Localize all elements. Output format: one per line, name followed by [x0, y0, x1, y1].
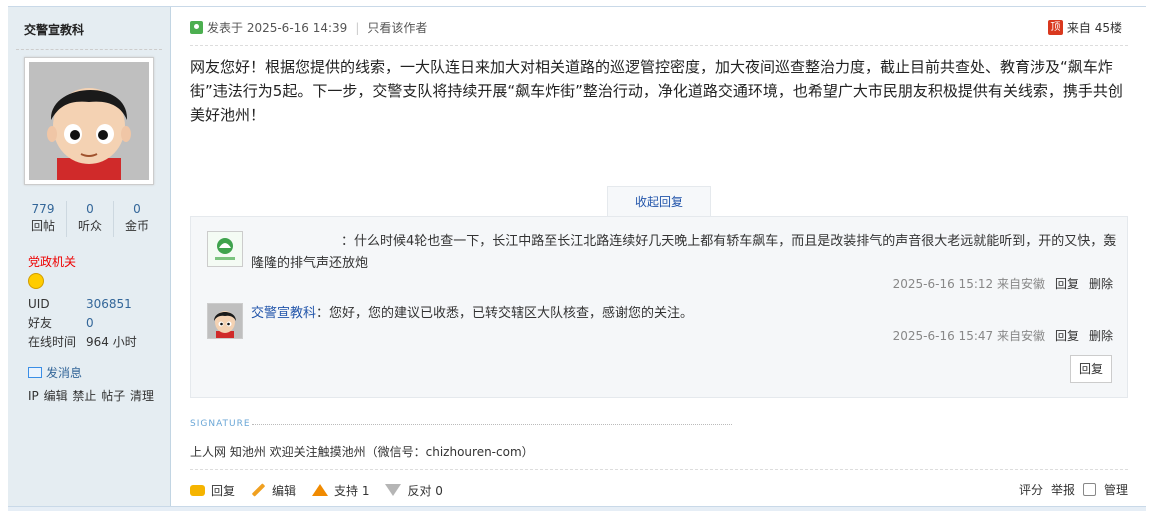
green-logo-icon [208, 232, 242, 266]
user-group[interactable]: 党政机关 [28, 253, 76, 270]
fold-replies-tab[interactable]: 收起回复 [607, 186, 711, 217]
reply-action[interactable]: 回复 [190, 482, 235, 499]
user-info: UID 306851 好友 0 在线时间 964 小时 [28, 295, 137, 352]
admin-links[interactable]: IP 编辑 禁止 帖子 清理 [28, 387, 154, 404]
comment-reply-link[interactable]: 回复 [1055, 275, 1079, 292]
info-key: 好友 [28, 316, 53, 330]
rate-link[interactable]: 评分 [1019, 481, 1043, 498]
friends-value[interactable]: 0 [86, 314, 94, 333]
comment-meta: 2025-6-16 15:12 来自安徽 回复 删除 [893, 275, 1113, 292]
reply-bubble-icon [190, 484, 205, 496]
signature-divider [252, 424, 732, 425]
bottom-border [8, 506, 1146, 511]
post-content: 网友您好！根据您提供的线索，一大队连日来加大对相关道路的巡逻管控密度，加大夜间巡… [190, 58, 1123, 124]
comment-body: ：什么时候4轮也查一下，长江中路至长江北路连续好几天晚上都有轿车飙车，而且是改装… [251, 234, 1117, 271]
send-message-label: 发消息 [46, 366, 83, 380]
divider [16, 49, 162, 50]
comment-time: 2025-6-16 15:12 来自安徽 [892, 277, 1045, 291]
post-admin-actions: 评分 举报 管理 [1019, 481, 1128, 498]
comment-avatar[interactable] [207, 303, 243, 339]
envelope-icon [28, 367, 42, 378]
top-border [8, 0, 1146, 7]
footer-divider [190, 469, 1128, 470]
post-actions: 回复 编辑 支持 1 反对 0 [190, 481, 1128, 499]
info-key: UID [28, 297, 50, 311]
stat-coins[interactable]: 0 金币 [114, 201, 160, 237]
floor-label: 来自 45楼 [1066, 21, 1122, 35]
info-key: 在线时间 [28, 335, 77, 349]
comment-avatar[interactable] [207, 231, 243, 267]
edit-action[interactable]: 编辑 [251, 482, 296, 499]
arrow-down-icon [385, 484, 402, 496]
reply-button[interactable]: 回复 [1070, 355, 1112, 383]
author-stats: 779 回帖 0 听众 0 金币 [20, 201, 160, 237]
online-time-value: 964 小时 [86, 335, 137, 349]
avatar-cartoon-boy [208, 304, 242, 338]
stat-coins-value[interactable]: 0 [114, 201, 160, 217]
reply-label: 回复 [211, 483, 236, 498]
comments-panel: ：什么时候4轮也查一下，长江中路至长江北路连续好几天晚上都有轿车飙车，而且是改装… [190, 216, 1128, 398]
avatar[interactable] [24, 57, 154, 185]
stat-coins-label: 金币 [124, 219, 149, 233]
post-header: 发表于 2025-6-16 14:39 | 只看该作者 [190, 19, 1128, 36]
post-main: 发表于 2025-6-16 14:39 | 只看该作者 顶 来自 45楼 网友您… [190, 7, 1128, 507]
arrow-up-icon [312, 484, 329, 496]
oppose-action[interactable]: 反对 0 [385, 482, 443, 499]
author-name[interactable]: 交警宣教科 [24, 21, 84, 38]
top-icon[interactable]: 顶 [1047, 20, 1063, 35]
post-time: 发表于 2025-6-16 14:39 [207, 21, 348, 35]
send-message-link[interactable]: 发消息 [28, 364, 82, 381]
comment-reply-link[interactable]: 回复 [1055, 327, 1079, 344]
stat-followers[interactable]: 0 听众 [67, 201, 114, 237]
comment-text: ：什么时候4轮也查一下，长江中路至长江北路连续好几天晚上都有轿车飙车，而且是改装… [251, 231, 1117, 275]
info-row-friends: 好友 0 [28, 314, 137, 333]
stat-followers-label: 听众 [77, 219, 102, 233]
stat-posts-value[interactable]: 779 [20, 201, 66, 217]
manage-checkbox[interactable] [1082, 483, 1096, 496]
comment-delete-link[interactable]: 删除 [1089, 275, 1113, 292]
edit-label: 编辑 [272, 483, 297, 498]
floor-indicator: 顶 来自 45楼 [1047, 19, 1122, 36]
comment-time: 2025-6-16 15:47 来自安徽 [892, 329, 1045, 343]
online-status-icon [190, 21, 203, 34]
comment-body: ：您好，您的建议已收悉，已转交辖区大队核查，感谢您的关注。 [316, 306, 694, 321]
separator: | [355, 20, 360, 35]
signature-label: SIGNATURE [190, 419, 251, 429]
post-container: 交警宣教科 779 回帖 0 听众 0 金币 党政机关 UID 306851 好… [0, 0, 1154, 511]
manage-label: 管理 [1103, 483, 1128, 497]
stat-followers-value[interactable]: 0 [67, 201, 113, 217]
comment-delete-link[interactable]: 删除 [1089, 327, 1113, 344]
oppose-label: 反对 0 [407, 483, 443, 498]
info-row-uid: UID 306851 [28, 295, 137, 314]
avatar-cartoon-boy [29, 62, 149, 180]
report-link[interactable]: 举报 [1051, 481, 1075, 498]
info-row-online: 在线时间 964 小时 [28, 333, 137, 352]
comment-meta: 2025-6-16 15:47 来自安徽 回复 删除 [893, 327, 1113, 344]
pencil-icon [251, 483, 266, 497]
comment-text: 交警宣教科：您好，您的建议已收悉，已转交辖区大队核查，感谢您的关注。 [251, 303, 1117, 325]
author-sidebar: 交警宣教科 779 回帖 0 听众 0 金币 党政机关 UID 306851 好… [8, 7, 171, 507]
smiley-icon [28, 273, 44, 289]
comment-author[interactable]: 交警宣教科 [251, 306, 316, 321]
header-divider [190, 45, 1128, 46]
support-action[interactable]: 支持 1 [312, 482, 369, 499]
stat-posts-label: 回帖 [30, 219, 55, 233]
author-only-link[interactable]: 只看该作者 [367, 19, 427, 36]
support-label: 支持 1 [334, 483, 370, 498]
stat-posts[interactable]: 779 回帖 [20, 201, 67, 237]
signature-text: 上人网 知池州 欢迎关注触摸池州（微信号：chizhouren-com） [190, 445, 534, 459]
uid-value[interactable]: 306851 [86, 295, 132, 314]
